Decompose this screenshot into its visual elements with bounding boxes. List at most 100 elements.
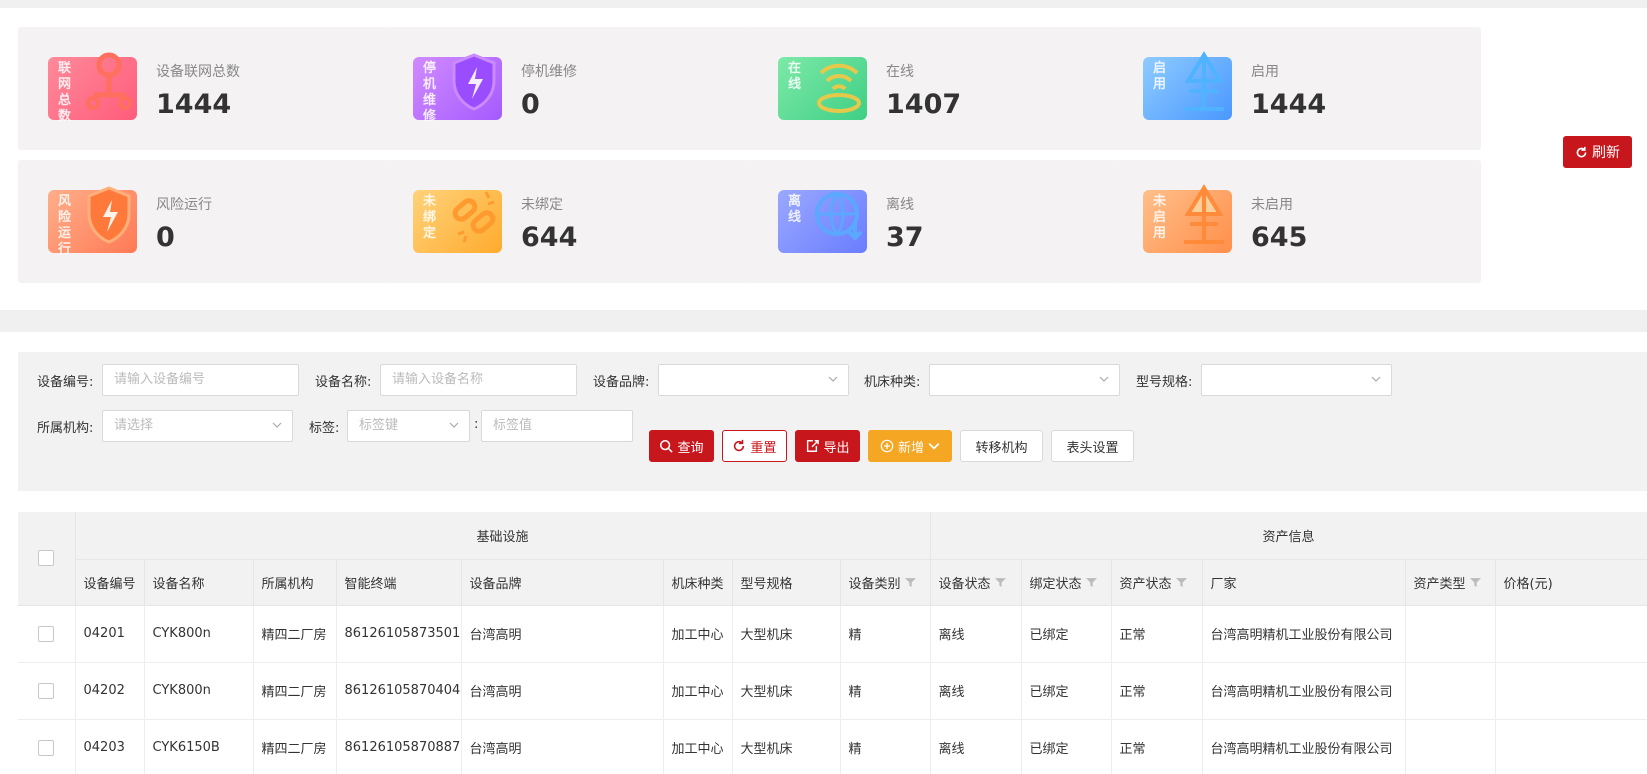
query-button[interactable]: 查询 xyxy=(649,430,714,462)
table-row[interactable]: 04201 CYK800n 精四二厂房 861261058735016 台湾高明 加工中心… xyxy=(18,605,1647,663)
table-cell xyxy=(1495,605,1647,663)
export-button[interactable]: 导出 xyxy=(795,430,860,462)
tag-label: 标签: xyxy=(309,421,340,436)
column-header[interactable]: 设备名称 xyxy=(144,559,254,606)
column-header[interactable]: 资产状态 xyxy=(1111,559,1203,606)
column-header-label: 设备状态 xyxy=(938,576,991,592)
reset-button[interactable]: 重置 xyxy=(722,430,787,462)
org-select[interactable]: 请选择 xyxy=(102,410,293,442)
stat-card: 停机维修 停机维修 0 xyxy=(383,27,751,150)
column-header-label: 设备品牌 xyxy=(469,576,522,592)
column-header[interactable]: 智能终端 xyxy=(336,559,462,606)
stat-value: 1444 xyxy=(1251,89,1327,120)
row-select-cell xyxy=(18,719,76,774)
machine-type-select[interactable] xyxy=(929,364,1120,396)
stat-label: 停机维修 xyxy=(521,64,577,80)
column-header[interactable]: 设备类别 xyxy=(840,559,931,606)
stat-badge-text: 风险运行 xyxy=(58,194,72,257)
table-cell: 加工中心 xyxy=(663,662,733,720)
filter-icon[interactable] xyxy=(994,577,1006,592)
column-header[interactable]: 厂家 xyxy=(1202,559,1406,606)
stat-card: 未绑定 未绑定 644 xyxy=(383,160,751,283)
model-label: 型号规格: xyxy=(1136,375,1193,390)
column-header[interactable]: 机床种类 xyxy=(663,559,733,606)
column-header-label: 型号规格 xyxy=(740,576,793,592)
table-cell: 大型机床 xyxy=(732,605,841,663)
column-header[interactable]: 设备编号 xyxy=(75,559,145,606)
table-cell: 离线 xyxy=(930,662,1022,720)
filter-icon[interactable] xyxy=(904,577,916,592)
section-gap xyxy=(0,310,1647,332)
table-cell xyxy=(1405,719,1496,774)
brand-select[interactable] xyxy=(658,364,849,396)
device-table: 基础设施 资产信息 设备编号 设备名称 所属机构 智能终端 设备品牌 机床种类 型号规格 设备… xyxy=(18,512,1647,774)
tag-separator: : xyxy=(474,417,479,432)
column-header[interactable]: 价格(元) xyxy=(1495,559,1647,606)
filter-icon[interactable] xyxy=(1085,577,1097,592)
table-cell xyxy=(1495,719,1647,774)
table-cell: 离线 xyxy=(930,719,1022,774)
chevron-down-icon xyxy=(828,376,838,382)
stat-icon-box: 联网总数 xyxy=(48,52,137,124)
stat-icon-box: 离线 xyxy=(778,190,867,253)
transfer-org-button[interactable]: 转移机构 xyxy=(960,430,1043,462)
table-row[interactable]: 04203 CYK6150B 精四二厂房 861261058708872 台湾高明 加工中… xyxy=(18,719,1647,774)
device-code-input[interactable]: 请输入设备编号 xyxy=(102,364,299,396)
org-label: 所属机构: xyxy=(37,421,94,436)
table-cell: CYK800n xyxy=(144,662,254,720)
refresh-button[interactable]: 刷新 xyxy=(1563,136,1632,168)
stat-badge-text: 离线 xyxy=(788,194,802,225)
stat-card: 在线 在线 1407 xyxy=(748,27,1116,150)
table-cell: 正常 xyxy=(1111,719,1203,774)
stat-icon-box: 未启用 xyxy=(1143,184,1232,253)
tag-value-input[interactable]: 标签值 xyxy=(481,410,633,442)
table-cell: 861261058735016 xyxy=(336,605,462,663)
column-header[interactable]: 设备状态 xyxy=(930,559,1022,606)
table-cell: 04202 xyxy=(75,662,145,720)
row-checkbox[interactable] xyxy=(38,682,55,699)
machine-type-label: 机床种类: xyxy=(864,375,921,390)
device-code-label: 设备编号: xyxy=(37,375,94,390)
column-header[interactable]: 设备品牌 xyxy=(461,559,664,606)
device-name-input[interactable]: 请输入设备名称 xyxy=(380,364,577,396)
column-header-label: 所属机构 xyxy=(261,576,314,592)
column-header[interactable]: 型号规格 xyxy=(732,559,841,606)
table-cell: 精 xyxy=(840,719,931,774)
table-row[interactable]: 04202 CYK800n 精四二厂房 861261058704046 台湾高明 加工中心… xyxy=(18,662,1647,720)
table-cell: 正常 xyxy=(1111,605,1203,663)
filter-icon[interactable] xyxy=(1175,577,1187,592)
row-checkbox[interactable] xyxy=(38,625,55,642)
stat-value: 645 xyxy=(1251,222,1308,253)
filter-icon[interactable] xyxy=(1469,577,1481,592)
stat-card: 联网总数 设备联网总数 1444 xyxy=(18,27,386,150)
chevron-down-icon xyxy=(449,422,459,428)
tag-key-select[interactable]: 标签键 xyxy=(347,410,470,442)
table-cell: 台湾高明 xyxy=(461,719,664,774)
column-header[interactable]: 绑定状态 xyxy=(1021,559,1112,606)
column-header[interactable]: 资产类型 xyxy=(1405,559,1496,606)
model-select[interactable] xyxy=(1201,364,1392,396)
column-header[interactable]: 所属机构 xyxy=(253,559,337,606)
select-all-checkbox[interactable] xyxy=(38,550,55,567)
table-cell: 大型机床 xyxy=(732,719,841,774)
stat-badge-text: 停机维修 xyxy=(423,61,437,124)
stat-card: 离线 离线 37 xyxy=(748,160,1116,283)
header-settings-button[interactable]: 表头设置 xyxy=(1051,430,1134,462)
table-cell: 精四二厂房 xyxy=(253,605,337,663)
reset-label: 重置 xyxy=(750,440,777,456)
org-placeholder: 请选择 xyxy=(114,418,154,433)
chevron-down-icon xyxy=(272,422,282,428)
table-cell: 精四二厂房 xyxy=(253,719,337,774)
add-button[interactable]: 新增 xyxy=(868,430,952,462)
table-cell: 离线 xyxy=(930,605,1022,663)
refresh-label: 刷新 xyxy=(1592,145,1620,161)
header-settings-label: 表头设置 xyxy=(1066,440,1119,456)
table-cell: 已绑定 xyxy=(1021,719,1112,774)
row-checkbox[interactable] xyxy=(38,739,55,756)
table-cell xyxy=(1405,605,1496,663)
stat-value: 644 xyxy=(521,222,578,253)
query-label: 查询 xyxy=(677,440,704,456)
row-select-cell xyxy=(18,662,76,720)
table-cell xyxy=(1405,662,1496,720)
table-cell: 精 xyxy=(840,662,931,720)
